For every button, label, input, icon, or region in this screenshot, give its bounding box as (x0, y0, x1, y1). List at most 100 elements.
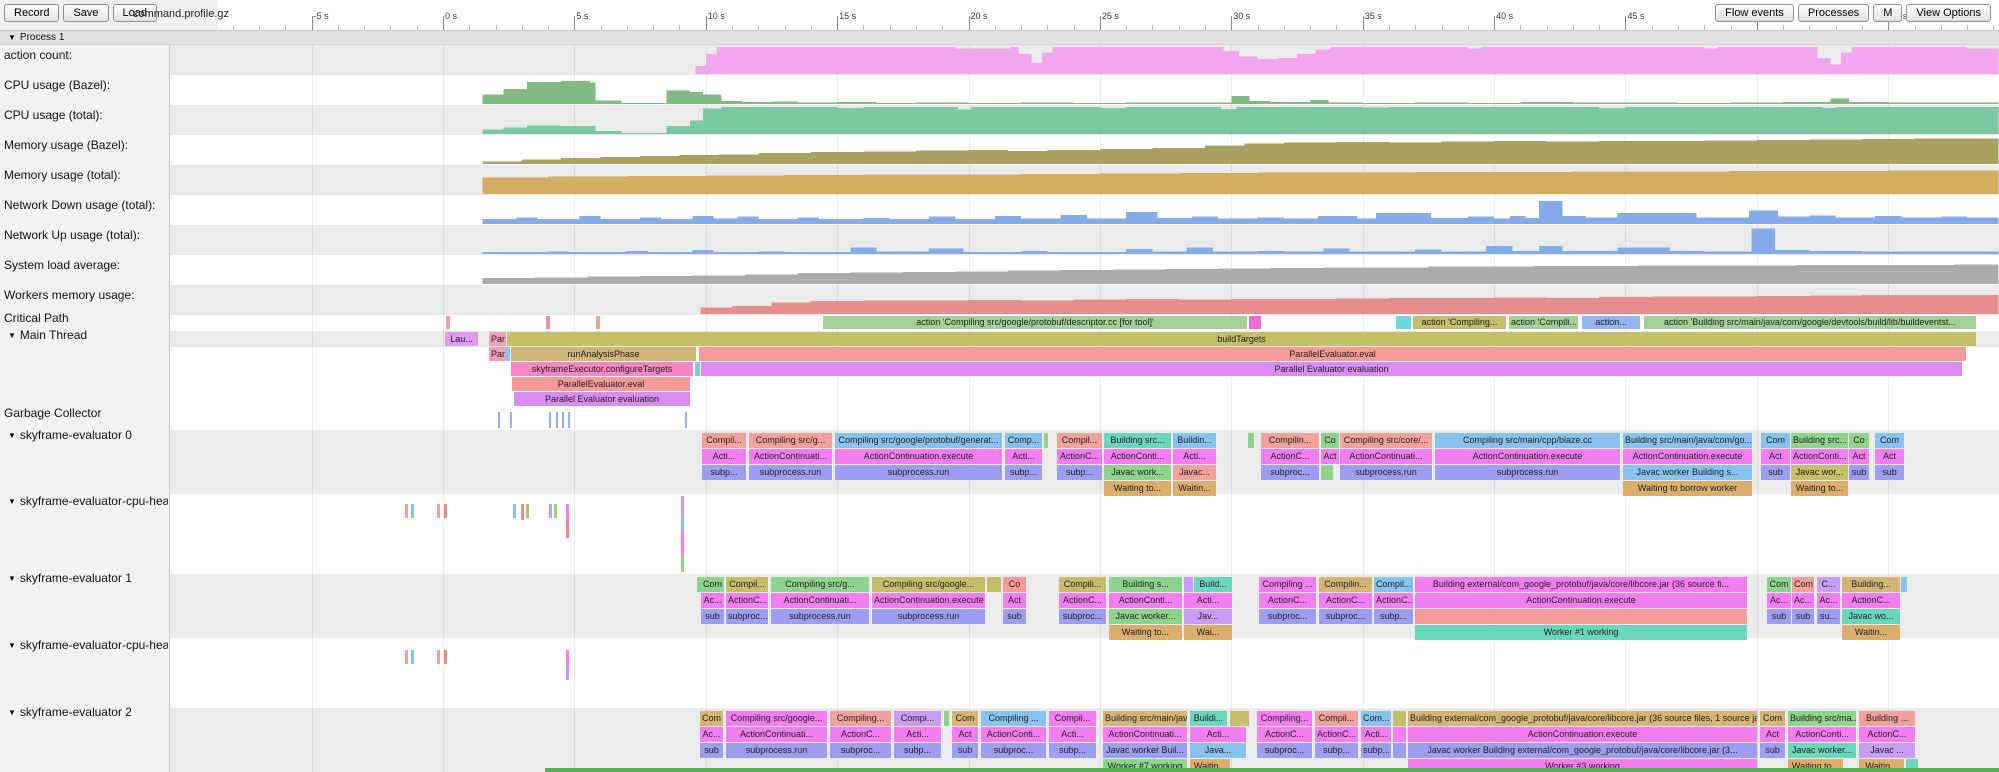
trace-event-block[interactable]: ActionC... (1315, 727, 1358, 742)
sidebar-item-main-thread[interactable]: ▼Main Thread (2, 328, 168, 342)
trace-event-block[interactable]: Building ... (1859, 711, 1915, 726)
trace-event-block[interactable]: Compil... (702, 433, 746, 448)
trace-event-block[interactable]: Act (952, 727, 978, 742)
trace-event-block[interactable] (1044, 433, 1048, 448)
main-thread-event-block[interactable]: ParallelEvaluator.eval (512, 377, 690, 391)
timeline-canvas[interactable]: action 'Compiling src/google/protobuf/de… (170, 45, 1999, 772)
critical-path-event-block[interactable]: action... (1582, 316, 1640, 329)
trace-event-block[interactable]: Java... (1190, 743, 1246, 758)
trace-event-sliver[interactable] (405, 504, 408, 518)
trace-event-block[interactable]: subp... (1374, 609, 1413, 624)
trace-event-block[interactable]: ActionConti... (1791, 449, 1848, 464)
trace-event-block[interactable] (1901, 577, 1907, 592)
trace-event-block[interactable]: Acti... (702, 449, 746, 464)
counter-chart-action_count[interactable] (170, 47, 1999, 74)
trace-event-block[interactable]: Com (1761, 433, 1790, 448)
gc-event-tick[interactable] (685, 412, 687, 428)
main-thread-event-block[interactable]: ParallelEvaluator.eval (699, 347, 1966, 361)
trace-event-sliver[interactable] (405, 650, 408, 664)
flow-events-button[interactable]: Flow events (1715, 4, 1794, 22)
trace-event-block[interactable]: Com... (1361, 711, 1391, 726)
trace-event-block[interactable]: ActionC... (1059, 593, 1106, 608)
trace-event-block[interactable]: Com (1792, 577, 1814, 592)
trace-event-block[interactable]: Jav... (1184, 609, 1232, 624)
trace-event-block[interactable]: subp... (1049, 743, 1096, 758)
trace-event-block[interactable]: ActionContinuation.execute (1415, 593, 1747, 608)
trace-event-block[interactable]: ActionContinuati... (771, 593, 869, 608)
trace-event-block[interactable]: Javac worker... (1788, 743, 1856, 758)
trace-event-block[interactable]: ActionContinuation.execute (1435, 449, 1620, 464)
trace-event-block[interactable]: Compil... (1315, 711, 1358, 726)
gc-event-tick[interactable] (498, 412, 500, 428)
trace-event-block[interactable]: sub (1761, 465, 1790, 480)
trace-event-block[interactable]: Compi... (894, 711, 941, 726)
trace-event-block[interactable]: Com (952, 711, 978, 726)
trace-event-block[interactable] (944, 711, 949, 726)
trace-event-block[interactable]: Ac... (701, 593, 724, 608)
trace-event-block[interactable]: Compil... (726, 577, 768, 592)
record-button[interactable]: Record (4, 4, 59, 22)
trace-event-block[interactable]: Act (1761, 449, 1790, 464)
trace-event-sliver[interactable] (437, 650, 440, 664)
trace-event-block[interactable]: sub (701, 609, 724, 624)
trace-event-block[interactable] (1248, 433, 1254, 448)
trace-event-block[interactable]: Buildi... (1190, 711, 1227, 726)
trace-event-block[interactable]: C... (1817, 577, 1840, 592)
trace-event-block[interactable] (1393, 711, 1406, 726)
trace-event-block[interactable]: Co (1321, 433, 1339, 448)
trace-event-block[interactable]: sub (1760, 743, 1785, 758)
trace-event-block[interactable]: Javac... (1173, 465, 1216, 480)
trace-event-block[interactable]: ActionContinuati... (726, 727, 827, 742)
trace-event-block[interactable]: ActionConti... (981, 727, 1046, 742)
trace-event-block[interactable]: sub (700, 743, 723, 758)
trace-event-block[interactable]: ActionC... (1319, 593, 1372, 608)
trace-event-block[interactable]: Compiling ... (981, 711, 1046, 726)
trace-event-block[interactable]: ActionC... (1842, 593, 1900, 608)
trace-event-block[interactable]: Com (1767, 577, 1791, 592)
trace-event-block[interactable]: Compiling src/core/... (1340, 433, 1432, 448)
trace-event-block[interactable]: Building src... (1791, 433, 1848, 448)
trace-event-block[interactable]: Javac worker Buil... (1103, 743, 1187, 758)
trace-event-block[interactable]: subprocess.run (771, 609, 869, 624)
trace-event-block[interactable]: Compil... (1049, 711, 1096, 726)
critical-path-event-block[interactable] (446, 316, 450, 329)
trace-event-sliver[interactable] (444, 504, 447, 518)
trace-event-block[interactable]: ActionConti... (1104, 449, 1171, 464)
trace-event-block[interactable]: Waiting to... (1104, 481, 1171, 496)
counter-chart-cpu_total[interactable] (170, 107, 1999, 134)
trace-event-block[interactable]: subp... (1361, 743, 1391, 758)
trace-event-block[interactable]: subprocess.run (1340, 465, 1432, 480)
sidebar-item-skyframe-evaluator-cpu-heavy[interactable]: ▼skyframe-evaluator-cpu-heavy- (2, 638, 168, 652)
trace-event-block[interactable]: Compiling src/g... (749, 433, 832, 448)
sidebar-item-skyframe-evaluator-1[interactable]: ▼skyframe-evaluator 1 (2, 571, 168, 585)
trace-event-block[interactable]: Ac... (1817, 593, 1840, 608)
trace-event-block[interactable]: ActionC... (726, 593, 768, 608)
gc-event-tick[interactable] (510, 412, 512, 428)
trace-event-block[interactable]: subproc... (830, 743, 891, 758)
trace-event-block[interactable]: Waiting to... (1791, 481, 1848, 496)
trace-event-block[interactable]: Javac worker... (1109, 609, 1182, 624)
trace-event-block[interactable]: ActionC... (1374, 593, 1413, 608)
main-thread-event-block[interactable] (695, 362, 700, 376)
trace-event-sliver[interactable] (411, 650, 414, 664)
counter-chart-workers_mem[interactable] (170, 287, 1999, 314)
trace-event-block[interactable]: ActionContinuati... (749, 449, 832, 464)
trace-event-block[interactable] (1415, 609, 1747, 624)
trace-event-block[interactable]: subprocess.run (726, 743, 827, 758)
trace-event-sliver[interactable] (681, 556, 684, 572)
trace-event-block[interactable]: Javac ... (1859, 743, 1915, 758)
trace-event-block[interactable]: Acti... (1049, 727, 1096, 742)
trace-event-sliver[interactable] (513, 504, 516, 518)
trace-event-block[interactable]: Co (1003, 577, 1026, 592)
trace-event-block[interactable]: Compilin... (1319, 577, 1372, 592)
trace-event-block[interactable]: Act (1760, 727, 1785, 742)
trace-event-block[interactable]: sub (1849, 465, 1869, 480)
trace-event-sliver[interactable] (566, 504, 569, 522)
main-thread-event-block[interactable]: Par (489, 332, 506, 346)
trace-event-sliver[interactable] (444, 650, 447, 664)
trace-event-block[interactable]: Compiling src/google/protobuf/generat... (835, 433, 1002, 448)
trace-event-block[interactable] (1393, 743, 1406, 758)
critical-path-event-block[interactable]: action 'Building src/main/java/com/googl… (1644, 316, 1976, 329)
trace-event-block[interactable]: Building src/main/jav... (1103, 711, 1187, 726)
trace-event-block[interactable]: sub (952, 743, 978, 758)
